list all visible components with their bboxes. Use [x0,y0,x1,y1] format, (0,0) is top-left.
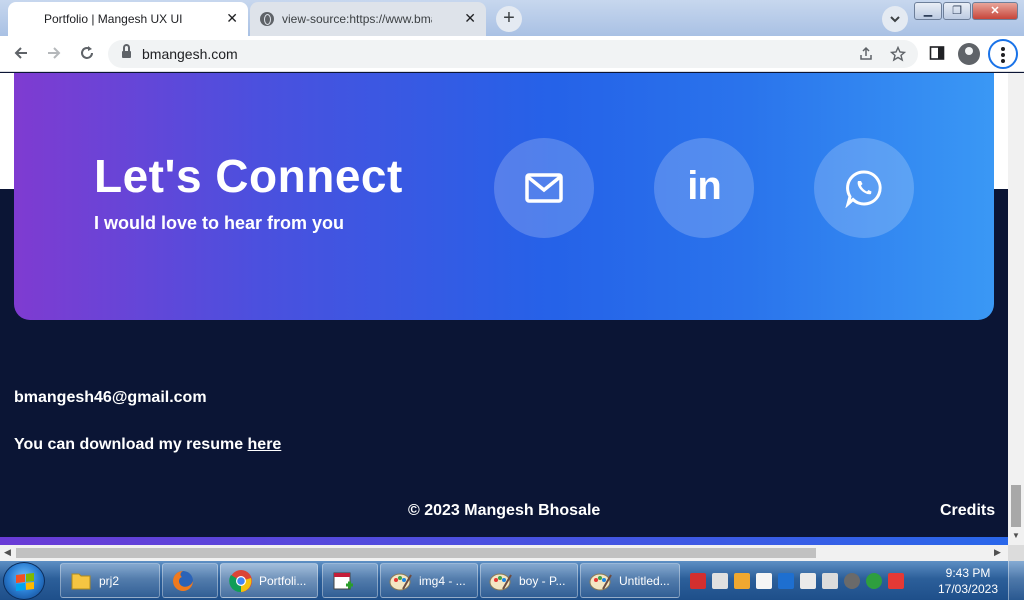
tab-title: view-source:https://www.bmangesh.com [282,12,432,26]
address-bar[interactable]: bmangesh.com [108,40,918,68]
resume-label: You can download my resume [14,436,248,453]
taskbar-item-label: Untitled... [619,573,670,588]
arrow-right-icon [48,47,61,59]
usb-icon[interactable] [712,572,728,589]
whatsapp-icon [845,170,882,208]
forward-button[interactable] [43,44,65,66]
connect-card: Let's Connect I would love to hear from … [14,73,994,320]
close-icon[interactable]: ✕ [464,10,476,27]
taskbar-item-app[interactable] [322,563,378,598]
connect-subtitle: I would love to hear from you [94,213,345,233]
lock-icon [122,44,131,59]
social-whatsapp-button[interactable] [814,138,914,238]
device-icon[interactable] [756,572,772,589]
taskbar-item-label: boy - P... [519,573,566,588]
restore-button[interactable]: ❐ [943,2,971,20]
paint-icon [389,573,412,590]
scroll-thumb[interactable] [16,548,816,558]
tab-portfolio[interactable]: Portfolio | Mangesh UX UI ✕ [8,2,248,36]
tab-search-button[interactable] [882,6,908,32]
display-icon[interactable] [822,572,838,589]
scroll-down-arrow-icon[interactable]: ▼ [1012,531,1020,540]
pencil-icon[interactable] [734,572,750,589]
settings-icon[interactable] [844,572,860,589]
paint-icon [489,573,512,590]
arrow-left-icon [14,47,27,59]
tab-view-source[interactable]: view-source:https://www.bmangesh.com ✕ [250,2,486,36]
social-linkedin-button[interactable]: in [654,138,754,238]
taskbar-item-label: prj2 [99,573,120,588]
taskbar-item-chrome[interactable]: Portfoli... [220,563,318,598]
new-tab-button[interactable]: + [496,6,522,32]
social-email-button[interactable] [494,138,594,238]
chrome-icon [229,569,252,592]
volume-icon[interactable] [800,572,816,589]
more-vertical-icon [1001,47,1005,63]
profile-avatar[interactable] [958,43,980,65]
footer-email[interactable]: bmangesh46@gmail.com [14,389,207,407]
taskbar-item-paint[interactable]: img4 - ... [380,563,478,598]
paint-icon [589,573,612,590]
url-text: bmangesh.com [142,46,238,62]
flag-icon[interactable] [888,572,904,589]
scrollbar-corner [1008,545,1024,561]
taskbar-item-folder[interactable]: prj2 [60,563,160,598]
close-window-button[interactable]: ✕ [972,2,1018,20]
scroll-left-arrow-icon[interactable]: ◀ [4,547,11,558]
reload-button[interactable] [76,44,98,66]
office-icon[interactable] [690,572,706,589]
footer-resume-text: You can download my resume here [14,436,281,454]
clock-date: 17/03/2023 [937,582,999,596]
footer-copyright: © 2023 Mangesh Bhosale [408,502,601,519]
scroll-thumb[interactable] [1011,485,1021,527]
reload-icon [81,46,93,59]
globe-icon [260,12,274,26]
windows-taskbar: prj2 Portfoli... img4 - ... boy - P... U… [0,561,1024,600]
clock-time: 9:43 PM [945,566,991,580]
chevron-down-icon [890,16,900,23]
tab-title: Portfolio | Mangesh UX UI [44,12,183,26]
mail-icon [525,173,563,203]
app-icon [333,572,353,589]
scroll-right-arrow-icon[interactable]: ▶ [994,547,1001,558]
resume-download-link[interactable]: here [248,436,282,453]
show-desktop-button[interactable] [1008,561,1024,600]
taskbar-item-label: Portfoli... [259,573,307,588]
bookmark-star-icon[interactable] [889,45,907,65]
side-panel-icon[interactable] [929,45,945,65]
vertical-scrollbar[interactable]: ▼ [1008,73,1024,545]
sync-icon[interactable] [866,572,882,589]
browser-tab-strip: Portfolio | Mangesh UX UI ✕ view-source:… [0,0,1024,36]
folder-icon [71,573,91,589]
page-viewport: Let's Connect I would love to hear from … [0,73,1008,545]
taskbar-item-label: img4 - ... [419,573,466,588]
share-icon[interactable] [858,46,874,65]
browser-menu-button[interactable] [988,39,1018,69]
start-button[interactable] [3,562,45,600]
system-tray [686,561,936,600]
linkedin-icon: in [687,163,722,208]
browser-toolbar: bmangesh.com [0,36,1024,72]
footer-credits-link[interactable]: Credits [940,502,995,520]
network-icon[interactable] [778,572,794,589]
back-button[interactable] [10,44,32,66]
window-controls: ▁ ❐ ✕ [913,2,1018,20]
close-icon[interactable]: ✕ [226,10,238,27]
footer-gradient-bar [0,537,1008,545]
horizontal-scrollbar[interactable]: ◀ ▶ [0,545,1008,561]
windows-logo-icon [16,573,34,591]
minimize-button[interactable]: ▁ [914,2,942,20]
firefox-icon [173,570,193,591]
taskbar-item-paint[interactable]: boy - P... [480,563,578,598]
taskbar-clock[interactable]: 9:43 PM 17/03/2023 [936,565,1000,597]
connect-title: Let's Connect [94,150,403,202]
taskbar-item-paint[interactable]: Untitled... [580,563,680,598]
taskbar-item-firefox[interactable] [162,563,218,598]
